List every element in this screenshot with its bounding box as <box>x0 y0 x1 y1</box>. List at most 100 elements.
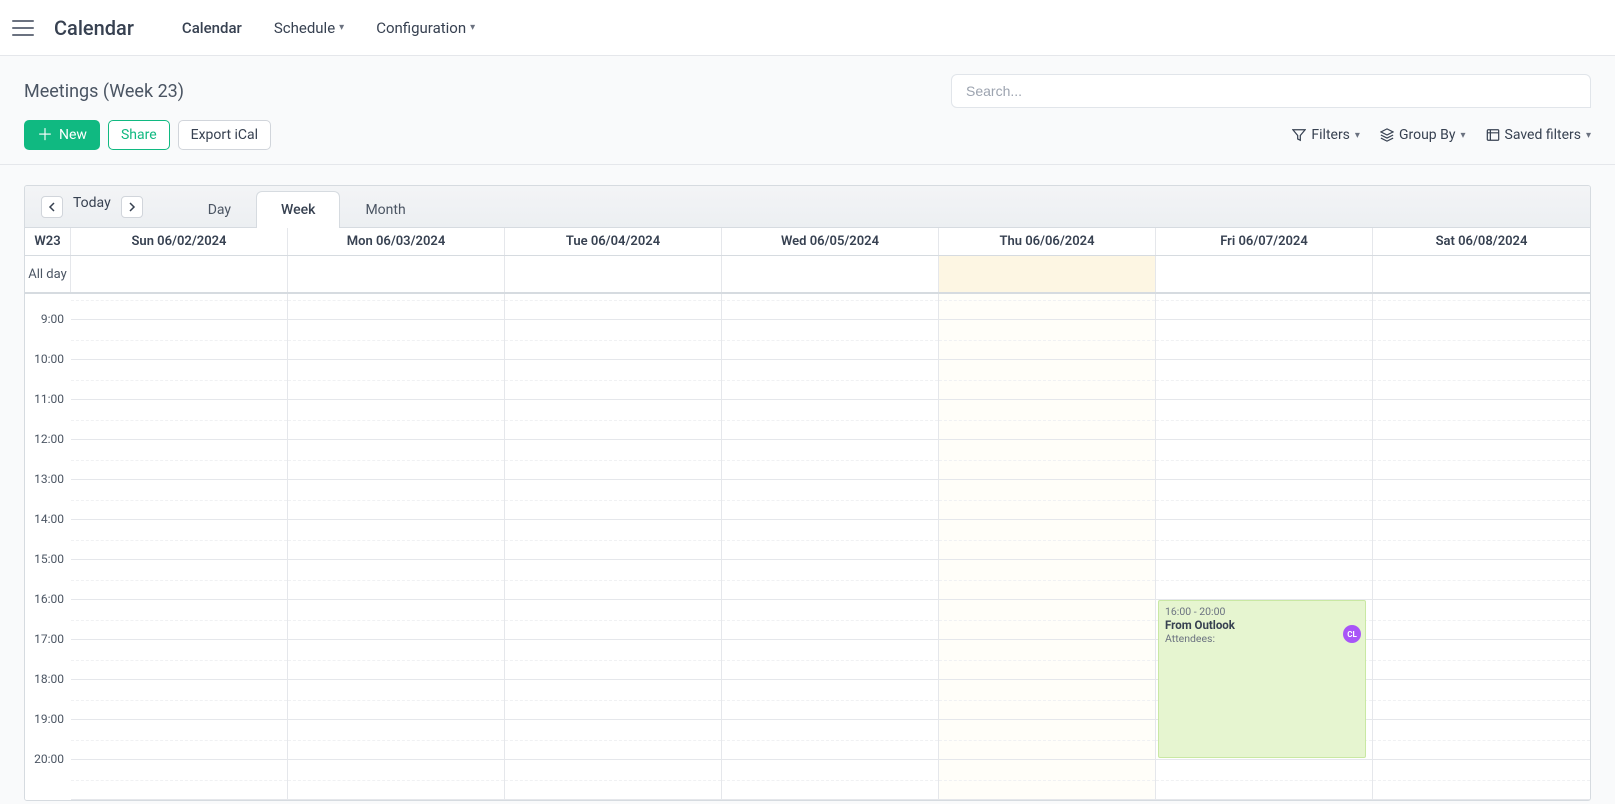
today-button[interactable]: Today <box>73 195 111 219</box>
new-button[interactable]: ＋ New <box>24 120 100 150</box>
hour-slot[interactable] <box>288 560 504 600</box>
hour-slot[interactable] <box>1156 520 1372 560</box>
search-input[interactable] <box>951 74 1591 108</box>
hour-slot[interactable] <box>71 440 287 480</box>
hour-slot[interactable] <box>939 600 1155 640</box>
hour-slot[interactable] <box>288 680 504 720</box>
hour-slot[interactable] <box>505 720 721 760</box>
hour-slot[interactable] <box>1373 520 1590 560</box>
time-grid-scroll[interactable]: 9:0010:0011:0012:0013:0014:0015:0016:001… <box>25 294 1590 800</box>
day-header[interactable]: Wed 06/05/2024 <box>722 228 939 255</box>
day-header[interactable]: Fri 06/07/2024 <box>1156 228 1373 255</box>
hour-slot[interactable] <box>288 294 504 320</box>
hour-slot[interactable] <box>505 760 721 800</box>
hour-slot[interactable] <box>722 480 938 520</box>
hour-slot[interactable] <box>722 440 938 480</box>
hour-slot[interactable] <box>71 680 287 720</box>
hour-slot[interactable] <box>505 560 721 600</box>
hour-slot[interactable] <box>1373 680 1590 720</box>
hour-slot[interactable] <box>71 520 287 560</box>
hour-slot[interactable] <box>722 294 938 320</box>
hour-slot[interactable] <box>71 400 287 440</box>
next-week-button[interactable] <box>121 196 143 218</box>
day-column[interactable]: 16:00 - 20:00From OutlookAttendees:CL <box>1156 294 1373 800</box>
hour-slot[interactable] <box>722 520 938 560</box>
hour-slot[interactable] <box>288 360 504 400</box>
hour-slot[interactable] <box>71 760 287 800</box>
hour-slot[interactable] <box>1156 320 1372 360</box>
groupby-dropdown[interactable]: Group By ▾ <box>1380 127 1466 143</box>
hour-slot[interactable] <box>939 294 1155 320</box>
hour-slot[interactable] <box>939 440 1155 480</box>
hour-slot[interactable] <box>1156 400 1372 440</box>
day-header[interactable]: Sun 06/02/2024 <box>71 228 288 255</box>
allday-cell[interactable] <box>71 256 288 292</box>
hour-slot[interactable] <box>288 600 504 640</box>
hour-slot[interactable] <box>939 680 1155 720</box>
day-header[interactable]: Thu 06/06/2024 <box>939 228 1156 255</box>
hour-slot[interactable] <box>71 640 287 680</box>
hour-slot[interactable] <box>1373 600 1590 640</box>
allday-cell[interactable] <box>288 256 505 292</box>
hour-slot[interactable] <box>71 560 287 600</box>
day-header[interactable]: Tue 06/04/2024 <box>505 228 722 255</box>
allday-cell[interactable] <box>722 256 939 292</box>
view-tab-day[interactable]: Day <box>183 191 256 228</box>
allday-cell[interactable] <box>1373 256 1590 292</box>
hour-slot[interactable] <box>1373 294 1590 320</box>
hour-slot[interactable] <box>71 600 287 640</box>
hour-slot[interactable] <box>1373 400 1590 440</box>
allday-cell-today[interactable] <box>939 256 1156 292</box>
day-column[interactable] <box>288 294 505 800</box>
hour-slot[interactable] <box>1373 560 1590 600</box>
hour-slot[interactable] <box>939 640 1155 680</box>
hour-slot[interactable] <box>288 480 504 520</box>
prev-week-button[interactable] <box>41 196 63 218</box>
day-column[interactable] <box>939 294 1156 800</box>
hour-slot[interactable] <box>722 640 938 680</box>
hour-slot[interactable] <box>505 294 721 320</box>
topnav-calendar[interactable]: Calendar <box>182 19 242 37</box>
hour-slot[interactable] <box>505 480 721 520</box>
hour-slot[interactable] <box>505 440 721 480</box>
export-ical-button[interactable]: Export iCal <box>178 120 271 150</box>
hour-slot[interactable] <box>71 360 287 400</box>
hour-slot[interactable] <box>288 520 504 560</box>
hour-slot[interactable] <box>505 400 721 440</box>
hour-slot[interactable] <box>1373 760 1590 800</box>
allday-cell[interactable] <box>505 256 722 292</box>
hour-slot[interactable] <box>1373 480 1590 520</box>
hour-slot[interactable] <box>288 440 504 480</box>
hour-slot[interactable] <box>288 400 504 440</box>
view-tab-week[interactable]: Week <box>256 191 340 228</box>
saved-filters-dropdown[interactable]: Saved filters ▾ <box>1486 127 1591 143</box>
hour-slot[interactable] <box>1156 294 1372 320</box>
day-header[interactable]: Mon 06/03/2024 <box>288 228 505 255</box>
hour-slot[interactable] <box>1156 560 1372 600</box>
day-header[interactable]: Sat 06/08/2024 <box>1373 228 1590 255</box>
hour-slot[interactable] <box>1373 320 1590 360</box>
hour-slot[interactable] <box>939 360 1155 400</box>
hour-slot[interactable] <box>505 600 721 640</box>
hour-slot[interactable] <box>939 480 1155 520</box>
hour-slot[interactable] <box>1156 360 1372 400</box>
hour-slot[interactable] <box>1373 360 1590 400</box>
hour-slot[interactable] <box>722 320 938 360</box>
hour-slot[interactable] <box>939 760 1155 800</box>
day-column[interactable] <box>71 294 288 800</box>
hour-slot[interactable] <box>1373 720 1590 760</box>
hour-slot[interactable] <box>1156 480 1372 520</box>
event-block[interactable]: 16:00 - 20:00From OutlookAttendees:CL <box>1158 600 1366 758</box>
hour-slot[interactable] <box>939 720 1155 760</box>
hamburger-icon[interactable] <box>12 20 34 36</box>
topnav-configuration[interactable]: Configuration ▾ <box>376 19 475 37</box>
hour-slot[interactable] <box>722 360 938 400</box>
hour-slot[interactable] <box>71 720 287 760</box>
hour-slot[interactable] <box>505 320 721 360</box>
day-column[interactable] <box>1373 294 1590 800</box>
hour-slot[interactable] <box>722 720 938 760</box>
hour-slot[interactable] <box>288 320 504 360</box>
hour-slot[interactable] <box>505 680 721 720</box>
hour-slot[interactable] <box>505 520 721 560</box>
hour-slot[interactable] <box>939 520 1155 560</box>
